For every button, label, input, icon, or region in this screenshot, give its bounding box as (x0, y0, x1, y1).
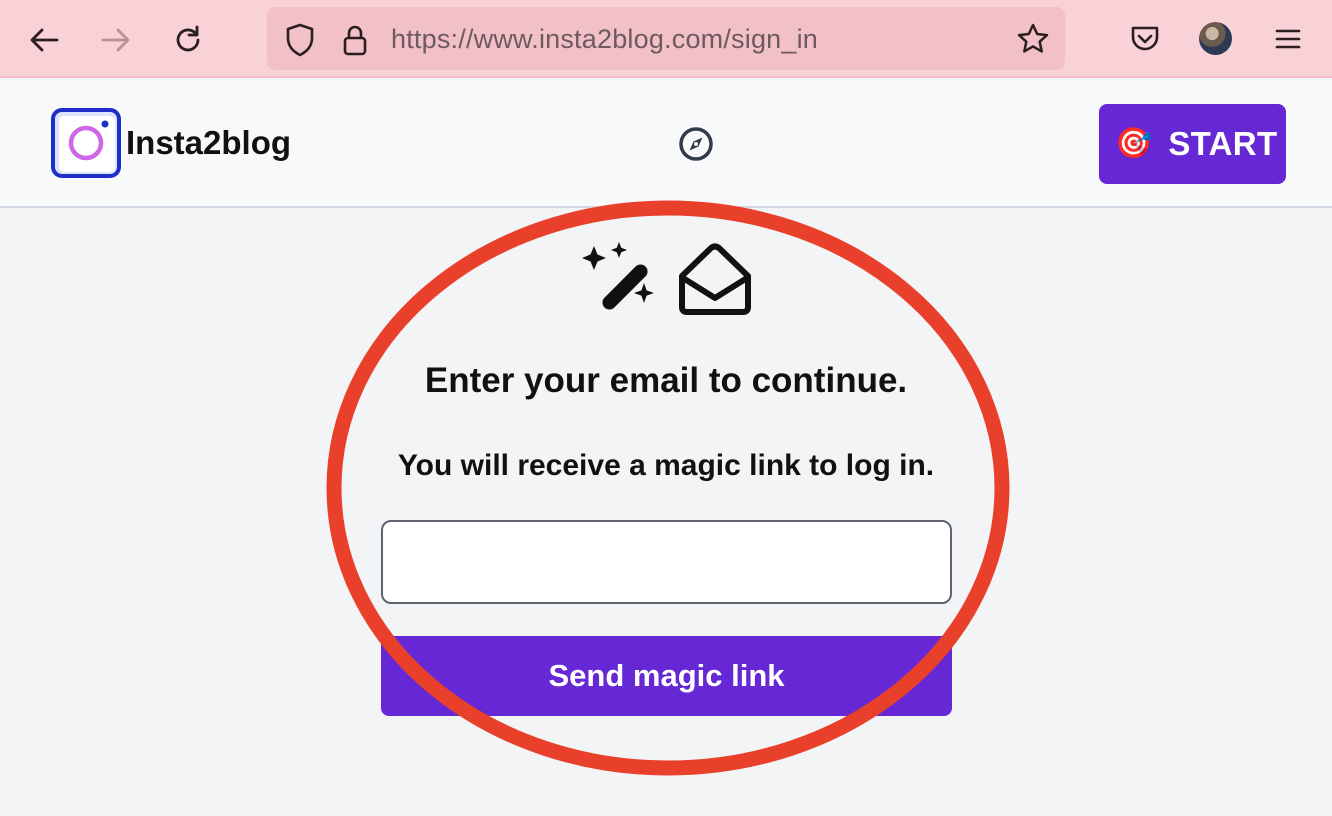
hero-icons (578, 240, 754, 320)
start-button[interactable]: 🎯 START (1099, 104, 1286, 184)
pocket-icon[interactable] (1126, 20, 1164, 58)
start-label: START (1168, 125, 1278, 162)
browser-toolbar: https://www.insta2blog.com/sign_in (0, 0, 1332, 78)
compass-icon[interactable] (678, 126, 714, 167)
shield-icon[interactable] (282, 20, 318, 60)
brand-name[interactable]: Insta2blog (126, 123, 291, 163)
star-icon[interactable] (1014, 20, 1052, 58)
back-arrow-icon[interactable] (24, 20, 64, 60)
site-header: Insta2blog 🎯 START (0, 80, 1332, 208)
forward-arrow-icon[interactable] (96, 20, 136, 60)
lock-icon[interactable] (338, 20, 372, 60)
hamburger-menu-icon[interactable] (1270, 20, 1306, 58)
instagram-logo-icon[interactable] (51, 108, 122, 179)
email-field[interactable] (381, 520, 952, 604)
send-magic-link-button[interactable]: Send magic link (381, 636, 952, 716)
target-icon: 🎯 (1115, 127, 1153, 160)
envelope-open-icon (679, 243, 751, 315)
page-title: Enter your email to continue. (424, 361, 908, 400)
page-subtitle: You will receive a magic link to log in. (397, 449, 935, 482)
avatar[interactable] (1199, 22, 1232, 55)
magic-wand-icon (582, 242, 654, 310)
reload-icon[interactable] (168, 20, 208, 60)
url-text[interactable]: https://www.insta2blog.com/sign_in (391, 21, 818, 57)
